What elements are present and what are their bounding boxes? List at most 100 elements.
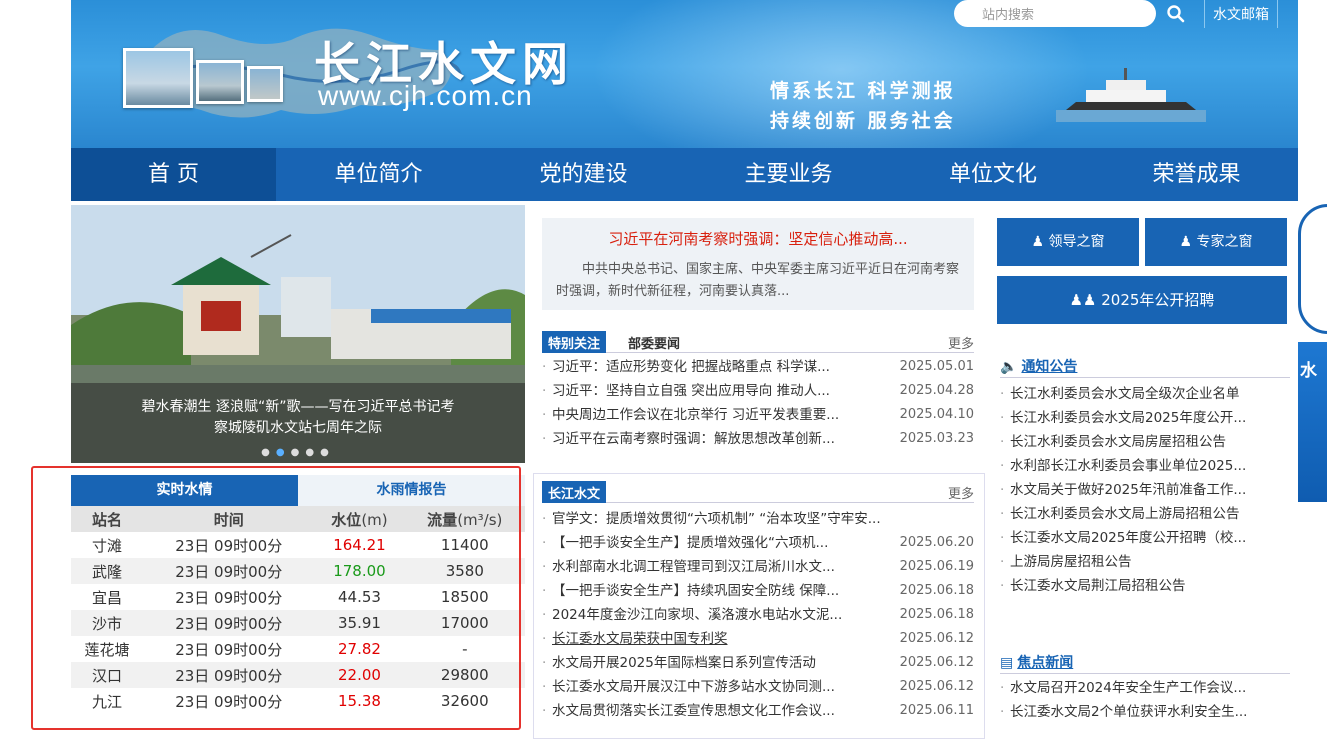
list-item[interactable]: 长江委水文局荣获中国专利奖 2025.06.12 (542, 627, 974, 651)
list-item-date: 2025.04.10 (895, 403, 974, 427)
list-item-text[interactable]: 水文局关于做好2025年汛前准备工作... (1010, 478, 1246, 502)
slider-caption-line-1: 碧水春潮生 逐浪赋“新”歌——写在习近平总书记考 (141, 399, 455, 415)
list-item[interactable]: 水利部长江水利委员会事业单位2025... (1000, 454, 1290, 478)
side-panel[interactable]: 水 (1298, 342, 1327, 502)
list-item-text[interactable]: 【一把手谈安全生产】持续巩固安全防线 保障... (552, 579, 839, 603)
list-item[interactable]: 2024年度金沙江向家坝、溪洛渡水电站水文泥... 2025.06.18 (542, 603, 974, 627)
list-item-text[interactable]: 习近平：坚持自立自强 突出应用导向 推动人... (552, 379, 830, 403)
top-story[interactable]: 习近平在河南考察时强调：坚定信心推动高... 中共中央总书记、国家主席、中央军委… (542, 218, 974, 310)
search-input[interactable]: 站内搜索 (954, 0, 1156, 27)
slogan-line-1: 情系长江 科学测报 (770, 80, 956, 102)
list-item-text[interactable]: 长江委水文局荣获中国专利奖 (552, 627, 728, 651)
list-item[interactable]: 长江委水文局2个单位获评水利安全生... (1000, 700, 1290, 724)
nav-party[interactable]: 党的建设 (481, 148, 686, 201)
list-item[interactable]: 长江水利委员会水文局全级次企业名单 (1000, 382, 1290, 406)
photo-frame-1 (123, 48, 193, 108)
list-item-date: 2025.06.12 (895, 627, 974, 651)
slogan: 情系长江 科学测报 持续创新 服务社会 (770, 76, 956, 136)
side-badge-logo[interactable] (1298, 204, 1327, 334)
list-item-text[interactable]: 水利部南水北调工程管理司到汉江局淅川水文... (552, 555, 835, 579)
list-item-date: 2025.06.18 (895, 603, 974, 627)
list-item-text[interactable]: 中央周边工作会议在北京举行 习近平发表重要... (552, 403, 839, 427)
list-item-text[interactable]: 长江水利委员会水文局上游局招租公告 (1010, 502, 1240, 526)
cj-more-link[interactable]: 更多 (948, 483, 974, 502)
nav-business[interactable]: 主要业务 (686, 148, 891, 201)
list-item-date: 2025.03.23 (895, 427, 974, 451)
list-item-text[interactable]: 长江水利委员会水文局2025年度公开... (1010, 406, 1246, 430)
list-item[interactable]: 中央周边工作会议在北京举行 习近平发表重要... 2025.04.10 (542, 403, 974, 427)
list-item[interactable]: 水文局开展2025年国际档案日系列宣传活动 2025.06.12 (542, 651, 974, 675)
focus-news-title[interactable]: 焦点新闻 (1017, 655, 1073, 671)
list-item-text[interactable]: 长江水利委员会水文局全级次企业名单 (1010, 382, 1240, 406)
cj-news-list: 官学文：提质增效贯彻“六项机制” “治本攻坚”守牢安...【一把手谈安全生产】提… (542, 507, 974, 723)
list-item-text[interactable]: 长江委水文局荆江局招租公告 (1010, 574, 1186, 598)
list-item[interactable]: 长江水利委员会水文局上游局招租公告 (1000, 502, 1290, 526)
focus-news-list-right: 水文局召开2024年安全生产工作会议...长江委水文局2个单位获评水利安全生..… (1000, 676, 1290, 724)
list-item-text[interactable]: 习近平：适应形势变化 把握战略重点 科学谋... (552, 355, 830, 379)
slider-caption-line-2: 察城陵矶水文站七周年之际 (214, 420, 382, 436)
list-item[interactable]: 长江水利委员会水文局房屋招租公告 (1000, 430, 1290, 454)
list-item-text[interactable]: 上游局房屋招租公告 (1010, 550, 1132, 574)
focus-more-link[interactable]: 更多 (948, 333, 974, 352)
tab-cj-hydrology[interactable]: 长江水文 (542, 481, 607, 503)
list-item[interactable]: 上游局房屋招租公告 (1000, 550, 1290, 574)
slider-caption[interactable]: 碧水春潮生 逐浪赋“新”歌——写在习近平总书记考 察城陵矶水文站七周年之际 ●●… (71, 383, 525, 463)
list-item[interactable]: 水文局召开2024年安全生产工作会议... (1000, 676, 1290, 700)
list-item[interactable]: 习近平：适应形势变化 把握战略重点 科学谋... 2025.05.01 (542, 355, 974, 379)
tab-special-focus[interactable]: 特别关注 (542, 331, 607, 353)
group-icon: ♟♟ (1069, 291, 1097, 309)
list-item-text[interactable]: 长江委水文局2025年度公开招聘（校... (1010, 526, 1246, 550)
recruit-label: 2025年公开招聘 (1101, 291, 1215, 309)
search-icon[interactable] (1166, 4, 1186, 24)
list-item[interactable]: 习近平：坚持自立自强 突出应用导向 推动人... 2025.04.28 (542, 379, 974, 403)
list-item-text[interactable]: 水文局贯彻落实长江委宣传思想文化工作会议... (552, 699, 835, 723)
notice-title[interactable]: 通知公告 (1021, 359, 1077, 375)
list-item[interactable]: 【一把手谈安全生产】持续巩固安全防线 保障... 2025.06.18 (542, 579, 974, 603)
list-item[interactable]: 长江委水文局开展汉江中下游多站水文协同测... 2025.06.12 (542, 675, 974, 699)
expert-window-button[interactable]: ♟ 专家之窗 (1145, 218, 1287, 266)
side-panel-text: 水 (1300, 361, 1317, 381)
tab-ministry-news[interactable]: 部委要闻 (628, 333, 680, 352)
list-item-text[interactable]: 习近平在云南考察时强调：解放思想改革创新... (552, 427, 835, 451)
cj-section: 长江水文 更多 官学文：提质增效贯彻“六项机制” “治本攻坚”守牢安...【一把… (542, 481, 974, 723)
list-item-text[interactable]: 长江委水文局开展汉江中下游多站水文协同测... (552, 675, 835, 699)
leader-window-button[interactable]: ♟ 领导之窗 (997, 218, 1139, 266)
list-item-date: 2025.06.20 (895, 531, 974, 555)
list-item[interactable]: 长江水利委员会水文局2025年度公开... (1000, 406, 1290, 430)
list-item[interactable]: 长江委水文局2025年度公开招聘（校... (1000, 526, 1290, 550)
list-item-date: 2025.06.12 (895, 675, 974, 699)
list-item-date: 2025.04.28 (895, 379, 974, 403)
nav-culture[interactable]: 单位文化 (891, 148, 1095, 201)
list-item-text[interactable]: 水文局开展2025年国际档案日系列宣传活动 (552, 651, 816, 675)
list-item-text[interactable]: 长江委水文局2个单位获评水利安全生... (1010, 700, 1247, 724)
news-slider[interactable]: 碧水春潮生 逐浪赋“新”歌——写在习近平总书记考 察城陵矶水文站七周年之际 ●●… (71, 205, 525, 463)
nav-home[interactable]: 首 页 (71, 148, 276, 201)
list-icon: ▤ (1000, 655, 1014, 671)
speaker-icon: 🔈 (1000, 359, 1018, 375)
list-item-text[interactable]: 2024年度金沙江向家坝、溪洛渡水电站水文泥... (552, 603, 842, 627)
list-item-text[interactable]: 官学文：提质增效贯彻“六项机制” “治本攻坚”守牢安... (552, 507, 881, 531)
leader-window-label: 领导之窗 (1048, 234, 1105, 250)
top-story-title[interactable]: 习近平在河南考察时强调：坚定信心推动高... (556, 228, 960, 249)
focus-news-list: 习近平：适应形势变化 把握战略重点 科学谋...2025.05.01习近平：坚持… (542, 355, 974, 451)
list-item-text[interactable]: 【一把手谈安全生产】提质增效强化“六项机... (552, 531, 828, 555)
list-item[interactable]: 水利部南水北调工程管理司到汉江局淅川水文... 2025.06.19 (542, 555, 974, 579)
nav-about[interactable]: 单位简介 (276, 148, 481, 201)
photo-frame-3 (247, 66, 283, 102)
slider-dots[interactable]: ●●●●● (71, 442, 525, 463)
focus-news-section: ▤焦点新闻 水文局召开2024年安全生产工作会议...长江委水文局2个单位获评水… (1000, 652, 1290, 724)
highlight-frame (31, 466, 521, 730)
recruit-button[interactable]: ♟♟ 2025年公开招聘 (997, 276, 1287, 324)
list-item[interactable]: 习近平在云南考察时强调：解放思想改革创新... 2025.03.23 (542, 427, 974, 451)
mail-link[interactable]: 水文邮箱 (1204, 0, 1278, 28)
list-item[interactable]: 【一把手谈安全生产】提质增效强化“六项机... 2025.06.20 (542, 531, 974, 555)
photo-frame-2 (196, 60, 244, 104)
list-item-text[interactable]: 水文局召开2024年安全生产工作会议... (1010, 676, 1246, 700)
list-item[interactable]: 水文局关于做好2025年汛前准备工作... (1000, 478, 1290, 502)
list-item-text[interactable]: 水利部长江水利委员会事业单位2025... (1010, 454, 1246, 478)
nav-honors[interactable]: 荣誉成果 (1095, 148, 1298, 201)
list-item[interactable]: 官学文：提质增效贯彻“六项机制” “治本攻坚”守牢安... (542, 507, 974, 531)
list-item[interactable]: 长江委水文局荆江局招租公告 (1000, 574, 1290, 598)
list-item[interactable]: 水文局贯彻落实长江委宣传思想文化工作会议... 2025.06.11 (542, 699, 974, 723)
list-item-text[interactable]: 长江水利委员会水文局房屋招租公告 (1010, 430, 1226, 454)
